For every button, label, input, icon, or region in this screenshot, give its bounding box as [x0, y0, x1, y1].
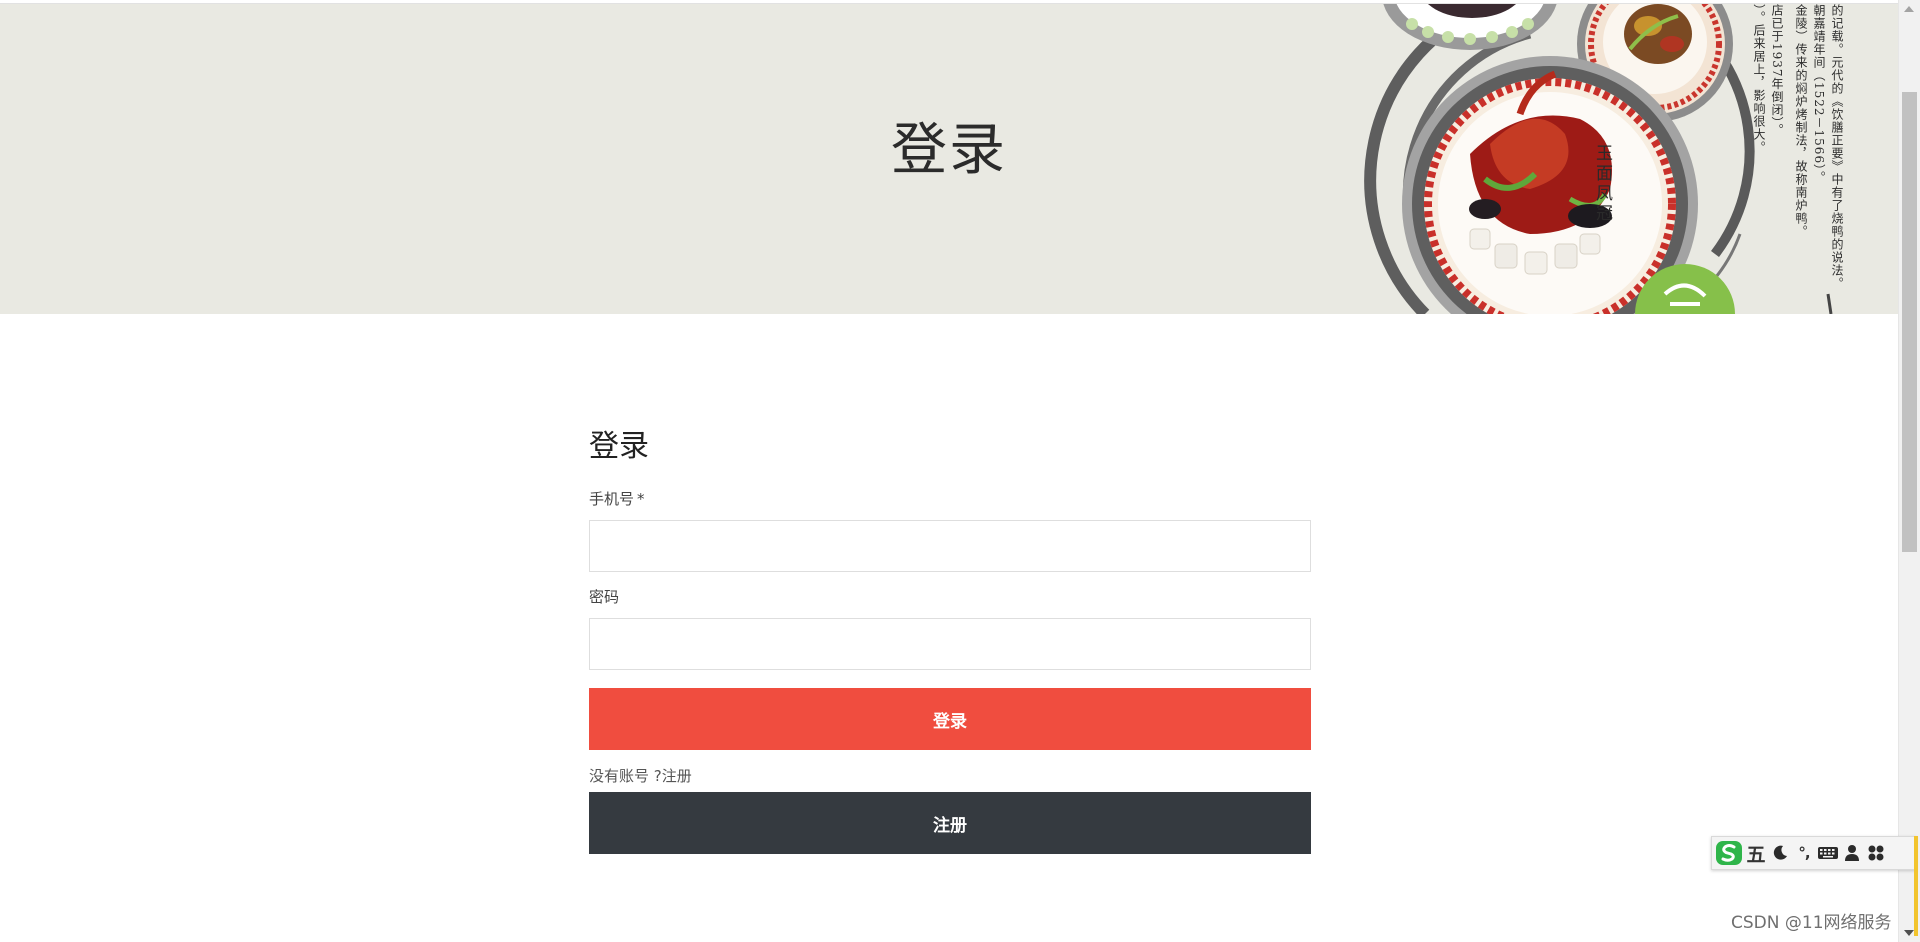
- moon-icon[interactable]: [1768, 839, 1792, 867]
- phone-label-text: 手机号: [589, 490, 635, 508]
- login-button[interactable]: 登录: [589, 688, 1311, 750]
- banner-vertical-text: ）。后来居上，影响很大。: [1752, 4, 1766, 154]
- sogou-icon[interactable]: [1714, 839, 1744, 867]
- password-input[interactable]: [589, 618, 1311, 670]
- ime-mode-toggle[interactable]: 五: [1744, 839, 1768, 867]
- punctuation-icon[interactable]: °,: [1792, 839, 1816, 867]
- scrollbar-thumb[interactable]: [1902, 92, 1917, 552]
- page: 登录 玉面凤冠 的记载。元代的《饮膳正要》中有了烧鸭的说法。 朝嘉靖年间（152…: [0, 0, 1920, 942]
- login-form: 登录 手机号 * 密码 登录 没有账号 ?注册 注册: [589, 420, 1311, 854]
- watermark: CSDN @11网络服务: [1731, 913, 1892, 933]
- ime-toolbar: 五 °,: [1711, 836, 1916, 870]
- form-title: 登录: [589, 429, 649, 464]
- phone-input[interactable]: [589, 520, 1311, 572]
- register-link[interactable]: 注册: [662, 767, 692, 785]
- phone-label: 手机号 *: [589, 488, 1311, 510]
- scroll-down-arrow-icon[interactable]: [1904, 930, 1914, 936]
- vertical-scrollbar[interactable]: [1898, 0, 1920, 942]
- page-banner: 登录 玉面凤冠 的记载。元代的《饮膳正要》中有了烧鸭的说法。 朝嘉靖年间（152…: [0, 4, 1898, 314]
- banner-vertical-text: 的记载。元代的《饮膳正要》中有了烧鸭的说法。: [1830, 4, 1844, 290]
- apps-icon[interactable]: [1864, 839, 1888, 867]
- register-hint: 没有账号 ?注册: [589, 766, 1311, 786]
- no-account-text: 没有账号 ?: [589, 767, 662, 785]
- user-icon[interactable]: [1840, 839, 1864, 867]
- dish-name-label: 玉面凤冠: [1592, 144, 1612, 224]
- required-mark: *: [637, 490, 645, 508]
- register-button[interactable]: 注册: [589, 792, 1311, 854]
- banner-vertical-text: 金陵）传来的焖炉烤制法，故称南炉鸭。: [1794, 4, 1808, 238]
- password-label: 密码: [589, 588, 620, 606]
- scroll-up-arrow-icon[interactable]: [1904, 6, 1914, 12]
- banner-vertical-text: 朝嘉靖年间（1522－1566）。: [1812, 4, 1826, 185]
- ime-edge-accent: [1914, 836, 1918, 936]
- keyboard-icon[interactable]: [1816, 839, 1840, 867]
- banner-vertical-text: 店已于1937年倒闭）。: [1770, 4, 1784, 137]
